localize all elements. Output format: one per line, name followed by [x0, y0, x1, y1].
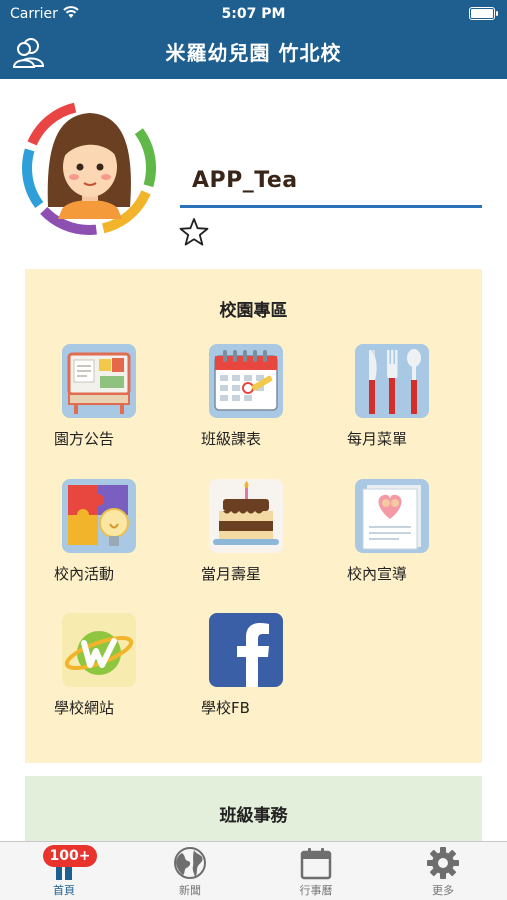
cutlery-icon — [355, 344, 429, 418]
page-title: 米羅幼兒園 竹北校 — [165, 41, 342, 65]
campus-item-announcements[interactable]: 園方公告 — [54, 344, 144, 449]
tab-label: 首頁 — [53, 884, 75, 897]
calendar-icon — [209, 344, 283, 418]
gear-icon — [427, 847, 459, 879]
campus-item-class-schedule[interactable]: 班級課表 — [201, 344, 291, 449]
campus-item-label: 校內宣導 — [347, 565, 408, 583]
tab-label: 新聞 — [179, 884, 201, 897]
birthday-cake-icon — [209, 479, 283, 553]
campus-item-activities[interactable]: 校內活動 — [54, 479, 144, 584]
clock: 5:07 PM — [221, 6, 286, 22]
tab-label: 更多 — [432, 884, 454, 897]
notification-badge: 100+ — [43, 845, 97, 867]
tab-label: 行事曆 — [299, 884, 333, 897]
calendar-icon — [300, 848, 332, 880]
campus-item-school-facebook[interactable]: 學校FB — [201, 613, 291, 718]
campus-item-promotion[interactable]: 校內宣導 — [347, 479, 437, 584]
campus-item-school-website[interactable]: 學校網站 — [54, 613, 144, 718]
facebook-icon — [209, 613, 283, 687]
bulletin-board-icon — [62, 344, 136, 418]
class-affairs-title: 班級事務 — [219, 806, 288, 826]
tab-more[interactable]: 更多 — [393, 846, 493, 898]
tab-news[interactable]: 新聞 — [140, 846, 240, 898]
battery-icon — [469, 7, 498, 20]
class-affairs-section: 班級事務 — [25, 776, 482, 846]
top-bar: Carrier 5:07 PM 米羅幼兒園 竹北校 — [0, 0, 507, 79]
website-icon — [62, 613, 136, 687]
campus-item-label: 班級課表 — [201, 430, 262, 448]
campus-item-birthdays[interactable]: 當月壽星 — [201, 479, 291, 584]
campus-item-label: 校內活動 — [54, 565, 115, 583]
avatar[interactable] — [18, 97, 160, 239]
globe-icon — [174, 847, 206, 879]
campus-item-monthly-menu[interactable]: 每月菜單 — [347, 344, 437, 449]
star-icon[interactable] — [178, 216, 210, 248]
campus-item-label: 學校FB — [201, 699, 250, 717]
campus-item-label: 當月壽星 — [201, 565, 262, 583]
campus-section-title: 校園專區 — [219, 301, 288, 321]
newsletter-icon — [355, 479, 429, 553]
username: APP_Tea — [192, 168, 298, 193]
campus-item-label: 學校網站 — [54, 699, 115, 717]
campus-item-label: 每月菜單 — [347, 430, 408, 448]
campus-section: 校園專區 園方公告 班級課表 每月菜單 校內活動 當月壽星 校內宣導 學校網站 … — [25, 269, 482, 763]
username-underline — [180, 205, 482, 208]
tab-calendar[interactable]: 行事曆 — [266, 846, 366, 898]
campus-item-label: 園方公告 — [54, 430, 115, 448]
puzzle-icon — [62, 479, 136, 553]
status-bar: Carrier 5:07 PM — [0, 0, 507, 28]
